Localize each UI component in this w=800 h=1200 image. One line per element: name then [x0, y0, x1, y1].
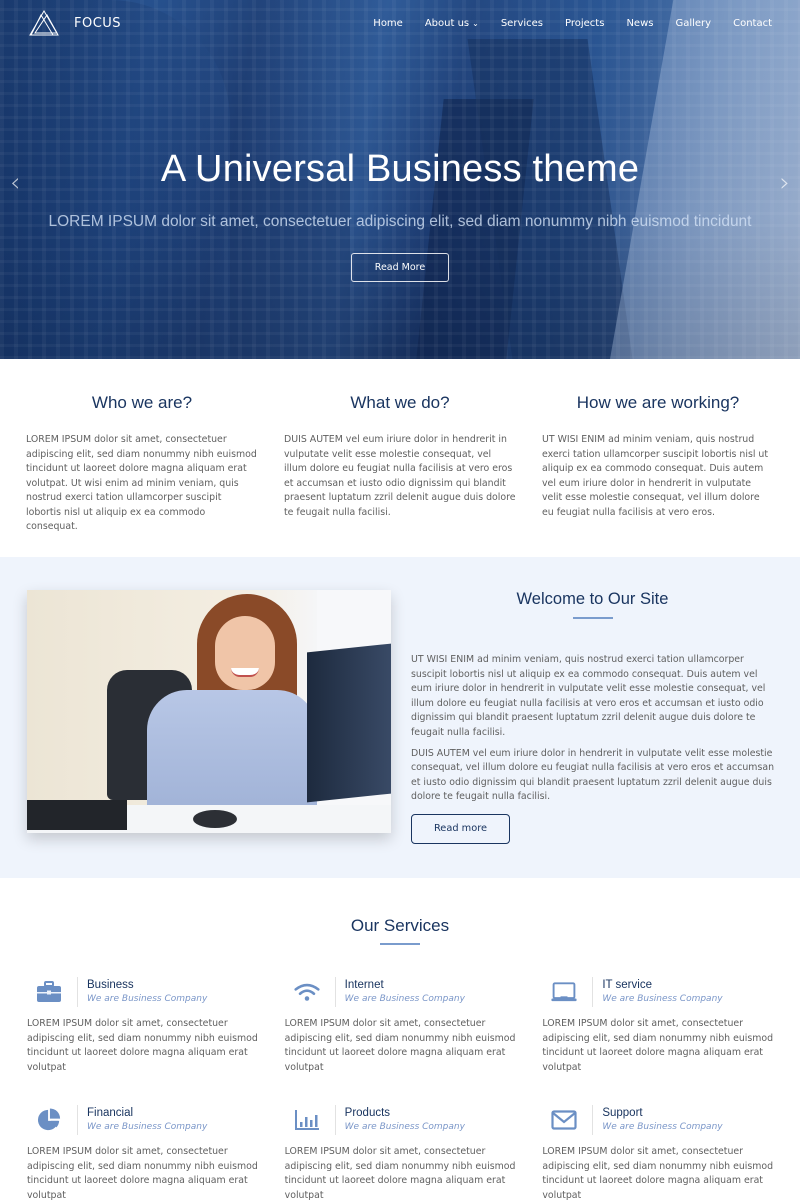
- service-item: Financial We are Business Company LOREM …: [27, 1103, 259, 1200]
- nav-item-about-us[interactable]: About us ⌄: [414, 18, 490, 29]
- features-section: Who we are? LOREM IPSUM dolor sit amet, …: [0, 359, 800, 557]
- welcome-paragraph: DUIS AUTEM vel eum iriure dolor in hendr…: [411, 747, 775, 803]
- service-description: LOREM IPSUM dolor sit amet, consectetuer…: [284, 1018, 516, 1073]
- feature-text: DUIS AUTEM vel eum iriure dolor in hendr…: [284, 434, 516, 518]
- service-heading: Financial We are Business Company: [87, 1107, 207, 1132]
- laptop-icon: [542, 980, 586, 1004]
- feature-column: What we do? DUIS AUTEM vel eum iriure do…: [284, 393, 516, 557]
- hero-subtitle: LOREM IPSUM dolor sit amet, consectetuer…: [48, 213, 752, 230]
- services-title: Our Services: [350, 916, 450, 935]
- services-section: Our Services Business We are Business Co…: [0, 878, 800, 1200]
- nav-item-label: Contact: [733, 17, 772, 29]
- photo-binder: [27, 800, 127, 830]
- service-header: Business We are Business Company: [27, 975, 259, 1008]
- welcome-section: Welcome to Our Site UT WISI ENIM ad mini…: [0, 557, 800, 878]
- nav-item-contact[interactable]: Contact: [722, 18, 772, 29]
- hero-read-more-button[interactable]: Read More: [351, 253, 449, 282]
- service-divider: [334, 976, 336, 1007]
- service-divider: [592, 1104, 594, 1135]
- service-heading: Internet We are Business Company: [345, 979, 465, 1004]
- triangle-logo-icon: [29, 10, 59, 36]
- service-description: LOREM IPSUM dolor sit amet, consectetuer…: [542, 1146, 774, 1200]
- service-title[interactable]: Internet: [345, 979, 465, 991]
- envelope-icon: [542, 1108, 586, 1132]
- photo-mouse: [193, 810, 237, 828]
- nav-item-label: Home: [373, 17, 403, 29]
- service-header: Products We are Business Company: [285, 1103, 517, 1136]
- service-divider: [77, 976, 78, 1007]
- service-heading: Products We are Business Company: [345, 1107, 465, 1132]
- top-navigation: FOCUS Home About us ⌄ Services Projects N…: [0, 0, 800, 46]
- feature-title: Who we are?: [91, 393, 193, 412]
- service-title[interactable]: IT service: [602, 979, 722, 991]
- welcome-read-more-button[interactable]: Read more: [411, 813, 510, 844]
- welcome-title: Welcome to Our Site: [516, 590, 669, 608]
- service-item: Support We are Business Company LOREM IP…: [542, 1103, 774, 1200]
- service-title[interactable]: Products: [345, 1107, 465, 1119]
- nav-item-label: Projects: [565, 17, 605, 29]
- photo-monitor: [307, 643, 391, 803]
- logo-text: FOCUS: [74, 15, 122, 31]
- nav-item-label: About us: [424, 17, 470, 29]
- service-description: LOREM IPSUM dolor sit amet, consectetuer…: [27, 1018, 258, 1073]
- feature-title: How we are working?: [576, 393, 740, 412]
- service-item: Internet We are Business Company LOREM I…: [285, 975, 517, 1075]
- feature-title: What we do?: [350, 393, 450, 412]
- feature-text: UT WISI ENIM ad minim veniam, quis nostr…: [542, 434, 769, 518]
- nav-item-label: Gallery: [675, 17, 712, 29]
- photo-person-face: [215, 616, 275, 690]
- services-grid: Business We are Business Company LOREM I…: [0, 945, 800, 1200]
- title-underline-divider: [572, 617, 613, 619]
- service-title[interactable]: Financial: [87, 1107, 207, 1119]
- service-subtitle: We are Business Company: [87, 994, 208, 1004]
- service-subtitle: We are Business Company: [344, 994, 465, 1004]
- nav-item-news[interactable]: News: [615, 18, 664, 29]
- service-subtitle: We are Business Company: [87, 1122, 208, 1132]
- service-title[interactable]: Business: [87, 979, 207, 991]
- welcome-paragraph: UT WISI ENIM ad minim veniam, quis nostr…: [411, 654, 766, 738]
- wifi-icon: [285, 980, 329, 1004]
- service-header: Internet We are Business Company: [285, 975, 517, 1008]
- service-item: IT service We are Business Company LOREM…: [542, 975, 774, 1075]
- service-heading: Business We are Business Company: [87, 979, 207, 1004]
- briefcase-icon: [27, 980, 71, 1004]
- main-menu: Home About us ⌄ Services Projects News Ga…: [362, 18, 772, 29]
- bar-chart-icon: [285, 1108, 329, 1132]
- nav-item-gallery[interactable]: Gallery: [664, 18, 722, 29]
- service-title[interactable]: Support: [602, 1107, 722, 1119]
- welcome-text-block: Welcome to Our Site UT WISI ENIM ad mini…: [411, 590, 774, 878]
- service-description: LOREM IPSUM dolor sit amet, consectetuer…: [27, 1146, 258, 1200]
- service-subtitle: We are Business Company: [602, 994, 723, 1004]
- feature-column: How we are working? UT WISI ENIM ad mini…: [542, 393, 774, 557]
- hero-slider: FOCUS Home About us ⌄ Services Projects N…: [0, 0, 800, 359]
- hero-title: A Universal Business theme: [160, 148, 640, 190]
- service-header: IT service We are Business Company: [542, 975, 774, 1008]
- welcome-photo: [27, 590, 391, 833]
- service-subtitle: We are Business Company: [344, 1122, 465, 1132]
- service-description: LOREM IPSUM dolor sit amet, consectetuer…: [542, 1018, 774, 1073]
- nav-item-label: News: [626, 17, 654, 29]
- service-item: Business We are Business Company LOREM I…: [27, 975, 259, 1075]
- photo-person-body: [147, 690, 317, 820]
- logo[interactable]: FOCUS: [28, 9, 121, 37]
- service-header: Support We are Business Company: [542, 1103, 774, 1136]
- service-header: Financial We are Business Company: [27, 1103, 259, 1136]
- service-divider: [592, 976, 594, 1007]
- service-heading: IT service We are Business Company: [602, 979, 722, 1004]
- nav-item-label: Services: [500, 17, 543, 29]
- nav-item-services[interactable]: Services: [490, 18, 554, 29]
- service-description: LOREM IPSUM dolor sit amet, consectetuer…: [284, 1146, 516, 1200]
- service-divider: [77, 1104, 78, 1135]
- chevron-down-icon: ⌄: [472, 18, 479, 28]
- nav-item-projects[interactable]: Projects: [554, 18, 615, 29]
- service-divider: [334, 1104, 336, 1135]
- feature-column: Who we are? LOREM IPSUM dolor sit amet, …: [26, 393, 258, 557]
- service-subtitle: We are Business Company: [602, 1122, 723, 1132]
- nav-item-home[interactable]: Home: [362, 18, 414, 29]
- service-item: Products We are Business Company LOREM I…: [285, 1103, 517, 1200]
- pie-chart-icon: [27, 1107, 71, 1132]
- service-heading: Support We are Business Company: [602, 1107, 722, 1132]
- feature-text: LOREM IPSUM dolor sit amet, consectetuer…: [26, 434, 257, 532]
- hero-content: A Universal Business theme LOREM IPSUM d…: [0, 148, 800, 282]
